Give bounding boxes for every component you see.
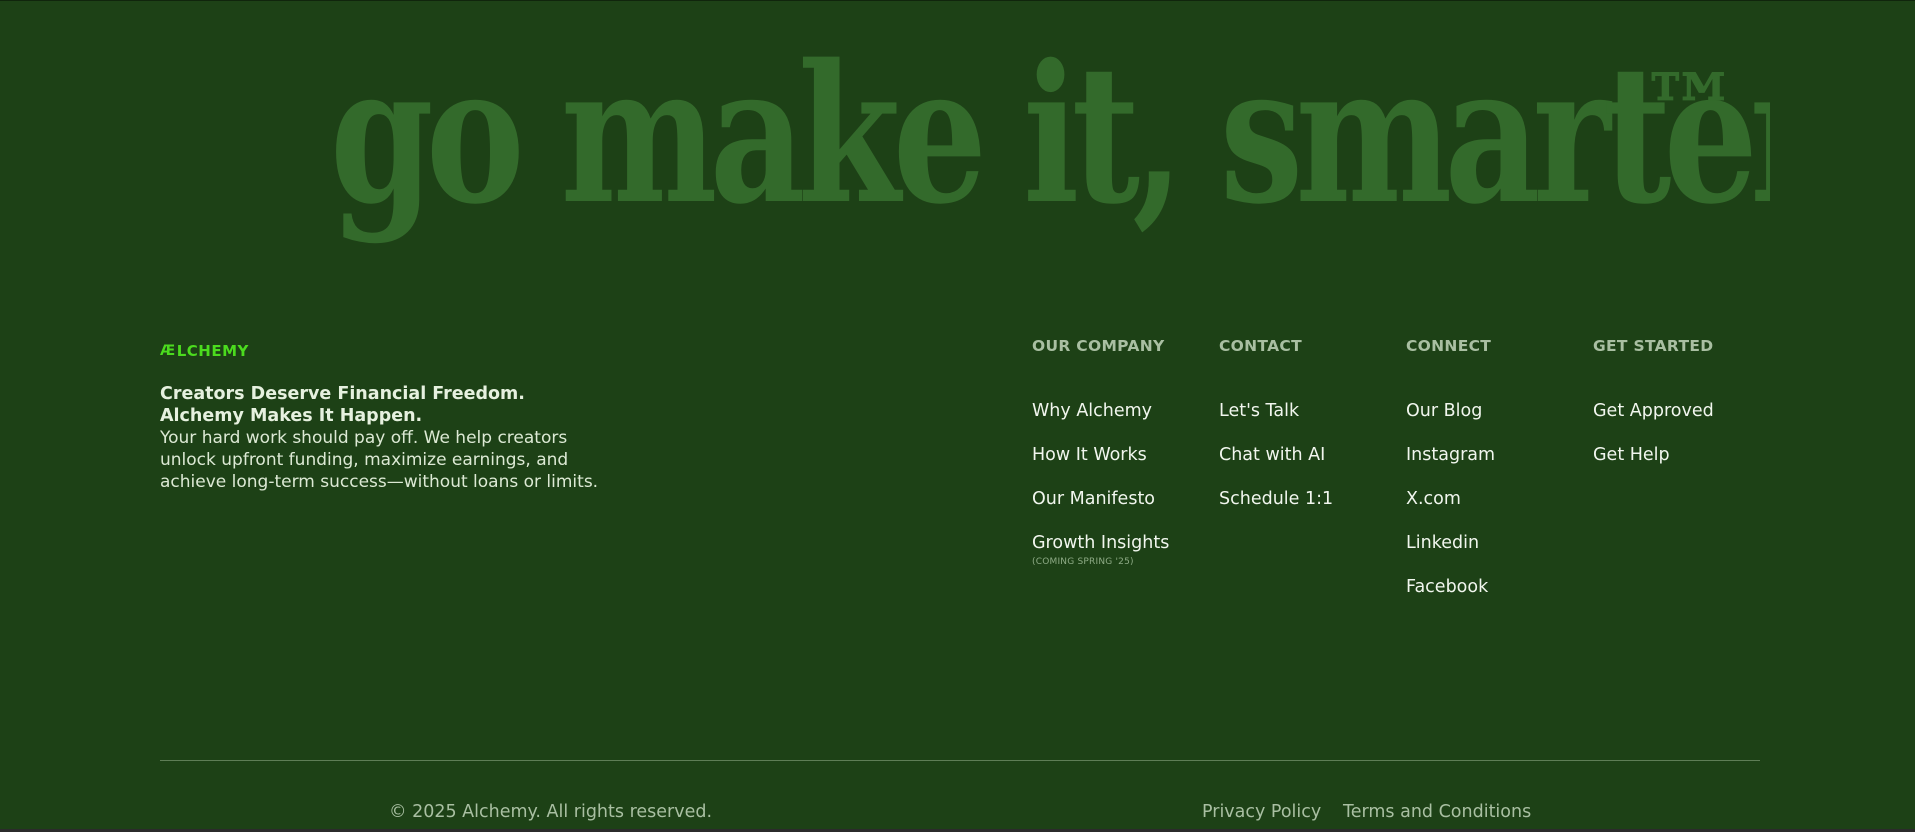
hero-tagline-text: go make it, smarter	[330, 40, 1770, 246]
column-heading: CONNECT	[1406, 337, 1492, 355]
list-item: Chat with AI	[1219, 445, 1333, 489]
link-our-blog[interactable]: Our Blog	[1406, 401, 1482, 421]
column-heading: CONTACT	[1219, 337, 1302, 355]
link-facebook[interactable]: Facebook	[1406, 577, 1488, 597]
list-item: Schedule 1:1	[1219, 489, 1333, 533]
link-growth-insights[interactable]: Growth Insights	[1032, 533, 1169, 553]
footer-divider	[160, 760, 1760, 761]
list-item: Growth Insights (COMING SPRING '25)	[1032, 533, 1169, 577]
list-item: Why Alchemy	[1032, 401, 1169, 445]
footer-column-get-started: GET STARTED Get Approved Get Help	[1593, 337, 1714, 489]
link-list: Get Approved Get Help	[1593, 401, 1714, 489]
footer-column-connect: CONNECT Our Blog Instagram X.com Linkedi…	[1406, 337, 1495, 621]
link-list: Our Blog Instagram X.com Linkedin Facebo…	[1406, 401, 1495, 621]
trademark-symbol: ™	[1640, 51, 1740, 169]
link-list: Why Alchemy How It Works Our Manifesto G…	[1032, 401, 1169, 577]
link-x[interactable]: X.com	[1406, 489, 1461, 509]
copyright-text: © 2025 Alchemy. All rights reserved.	[389, 802, 713, 822]
link-why-alchemy[interactable]: Why Alchemy	[1032, 401, 1152, 421]
list-item: X.com	[1406, 489, 1495, 533]
list-item: Facebook	[1406, 577, 1495, 621]
intro-headline: Creators Deserve Financial Freedom. Alch…	[160, 384, 525, 426]
intro-block: Creators Deserve Financial Freedom. Alch…	[160, 383, 610, 493]
link-get-approved[interactable]: Get Approved	[1593, 401, 1714, 421]
footer-column-contact: CONTACT Let's Talk Chat with AI Schedule…	[1219, 337, 1333, 533]
link-how-it-works[interactable]: How It Works	[1032, 445, 1147, 465]
column-heading: GET STARTED	[1593, 337, 1714, 355]
link-list: Let's Talk Chat with AI Schedule 1:1	[1219, 401, 1333, 533]
link-schedule[interactable]: Schedule 1:1	[1219, 489, 1333, 509]
intro-body: Your hard work should pay off. We help c…	[160, 428, 599, 492]
link-linkedin[interactable]: Linkedin	[1406, 533, 1479, 553]
link-get-help[interactable]: Get Help	[1593, 445, 1670, 465]
link-chat-with-ai[interactable]: Chat with AI	[1219, 445, 1325, 465]
list-item: Get Approved	[1593, 401, 1714, 445]
coming-soon-note: (COMING SPRING '25)	[1032, 557, 1134, 567]
top-border	[0, 0, 1915, 1]
list-item: Instagram	[1406, 445, 1495, 489]
list-item: Our Blog	[1406, 401, 1495, 445]
link-instagram[interactable]: Instagram	[1406, 445, 1495, 465]
column-heading: OUR COMPANY	[1032, 337, 1165, 355]
footer-column-our-company: OUR COMPANY Why Alchemy How It Works Our…	[1032, 337, 1169, 577]
list-item: Get Help	[1593, 445, 1714, 489]
privacy-policy-link[interactable]: Privacy Policy	[1202, 802, 1321, 822]
hero-tagline: go make it, smarter	[330, 40, 1770, 270]
link-lets-talk[interactable]: Let's Talk	[1219, 401, 1299, 421]
brand-logo[interactable]: Æ LCHEMY	[160, 342, 249, 360]
brand-name: LCHEMY	[176, 342, 249, 360]
logo-mark-icon: Æ	[160, 343, 176, 359]
list-item: Our Manifesto	[1032, 489, 1169, 533]
list-item: Linkedin	[1406, 533, 1495, 577]
terms-link[interactable]: Terms and Conditions	[1343, 802, 1531, 822]
list-item: Let's Talk	[1219, 401, 1333, 445]
link-our-manifesto[interactable]: Our Manifesto	[1032, 489, 1155, 509]
list-item: How It Works	[1032, 445, 1169, 489]
